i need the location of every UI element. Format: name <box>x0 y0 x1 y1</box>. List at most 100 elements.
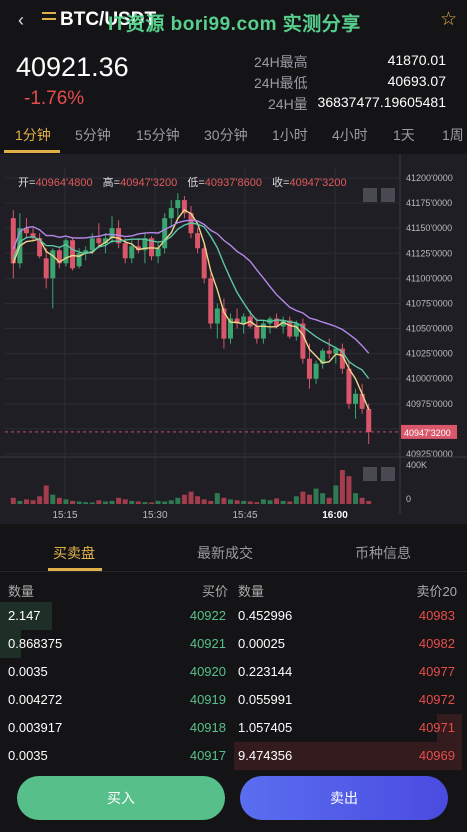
time-tick-label: 15:45 <box>232 510 257 521</box>
bid-qty-header: 数量 <box>8 584 35 599</box>
volume-bar <box>122 499 128 504</box>
bid-price: 40920 <box>189 664 226 679</box>
orderbook-row[interactable]: 0.868375 40921 0.00025 40982 <box>0 630 467 658</box>
tab-1day[interactable]: 1天 <box>393 125 415 145</box>
tab-1week[interactable]: 1周 <box>442 125 464 145</box>
close-value-chart: 40947'3200 <box>289 177 347 189</box>
ask-qty: 0.223144 <box>238 664 293 679</box>
tab-4hour[interactable]: 4小时 <box>332 125 368 145</box>
volume-bar <box>333 485 339 504</box>
orderbook-row[interactable]: 0.0035 40917 9.474356 40969 <box>0 742 467 770</box>
menu-icon[interactable] <box>42 12 56 26</box>
candle-body <box>70 240 76 269</box>
volume-bar <box>89 502 95 504</box>
volume-bar <box>162 501 168 504</box>
bid-qty: 0.868375 <box>8 636 63 651</box>
volume-bar <box>254 502 260 504</box>
bid-qty: 0.003917 <box>8 720 63 735</box>
tab-1hour[interactable]: 1小时 <box>272 125 308 145</box>
tab-5min[interactable]: 5分钟 <box>75 125 111 145</box>
ask-price: 40983 <box>418 608 455 623</box>
volume-bar <box>188 491 194 504</box>
bid-price: 40921 <box>189 636 226 651</box>
volume-bar <box>10 497 16 504</box>
back-icon[interactable]: ‹ <box>18 10 24 31</box>
bid-price-header: 买价 <box>202 584 229 599</box>
volume-bar <box>241 500 247 504</box>
volume-bar <box>56 497 62 504</box>
volume-bar <box>339 470 345 504</box>
volume-bar <box>260 499 266 504</box>
candle-body <box>129 246 135 259</box>
candle-body <box>287 320 293 337</box>
orderbook-row[interactable]: 2.147 40922 0.452996 40983 <box>0 602 467 630</box>
volume-bar <box>102 501 108 504</box>
volume-bar <box>175 497 181 504</box>
orderbook-row[interactable]: 0.003917 40918 1.057405 40971 <box>0 714 467 742</box>
volume-bar <box>300 491 306 504</box>
sell-button[interactable]: 卖出 <box>240 776 448 820</box>
orderbook-row[interactable]: 0.0035 40920 0.223144 40977 <box>0 658 467 686</box>
ask-price: 40977 <box>418 664 455 679</box>
candle-body <box>254 326 260 339</box>
high-label-chart: 高= <box>102 177 121 189</box>
tab-coin-info[interactable]: 币种信息 <box>355 543 411 563</box>
volume-bar <box>83 502 89 504</box>
volume-bar <box>116 497 122 504</box>
time-tick-label: 15:30 <box>142 510 167 521</box>
volume-bar <box>346 476 352 504</box>
candle-body <box>89 238 95 251</box>
candle-body <box>208 278 214 324</box>
low-label: 24H最低 <box>254 75 308 91</box>
volume-bar <box>30 500 36 504</box>
chart-fullscreen-button <box>381 188 395 202</box>
high-value-chart: 40947'3200 <box>120 177 178 189</box>
volume-bar <box>326 497 332 504</box>
candle-body <box>293 323 299 337</box>
tab-trades[interactable]: 最新成交 <box>197 543 253 563</box>
volume-bar <box>181 494 187 504</box>
favorite-star-icon[interactable]: ☆ <box>440 8 457 31</box>
tab-1min[interactable]: 1分钟 <box>15 125 51 145</box>
volume-bar <box>129 500 135 504</box>
volume-bar <box>280 500 286 504</box>
volume-fullscreen-button <box>381 467 395 481</box>
candle-body <box>155 248 161 257</box>
time-tick-label: 15:15 <box>52 510 77 521</box>
bid-qty: 0.004272 <box>8 692 63 707</box>
active-tab-indicator <box>4 150 60 153</box>
price-tick-label: 41000'0000 <box>406 374 453 384</box>
tab-15min[interactable]: 15分钟 <box>136 125 180 145</box>
volume-bar <box>293 496 299 504</box>
candle-body <box>346 368 352 404</box>
volume-tick-label: 400K <box>406 460 427 470</box>
bid-price: 40917 <box>189 748 226 763</box>
low-value: 40693.07 <box>387 73 446 89</box>
open-value: 40964'4800 <box>35 177 93 189</box>
volume-bar <box>155 500 161 504</box>
ma-purple-line <box>12 219 370 354</box>
tab-30min[interactable]: 30分钟 <box>204 125 248 145</box>
orderbook-row[interactable]: 0.004272 40919 0.055991 40972 <box>0 686 467 714</box>
volume-bar <box>23 499 29 504</box>
kline-svg[interactable]: 41200'0000 41175'0000 41150'0000 41125'0000… <box>0 154 467 524</box>
ask-price: 40971 <box>418 720 455 735</box>
kline-chart[interactable]: 41200'0000 41175'0000 41150'0000 41125'0000… <box>0 154 467 524</box>
period-tabs: 1分钟 5分钟 15分钟 30分钟 1小时 4小时 1天 1周 <box>0 116 467 154</box>
price-tick-label: 41200'0000 <box>406 173 453 183</box>
tab-orderbook[interactable]: 买卖盘 <box>53 543 95 563</box>
buy-button[interactable]: 买入 <box>17 776 225 820</box>
watermark-text: IT资源 bori99.com 实测分享 <box>108 14 361 35</box>
ask-qty: 1.057405 <box>238 720 293 735</box>
volume-label: 24H量 <box>268 96 308 112</box>
orderbook-tabs: 买卖盘 最新成交 币种信息 <box>0 528 467 572</box>
open-label: 开= <box>18 177 36 189</box>
price-tick-label: 41075'0000 <box>406 298 453 308</box>
volume-tick-label: 0 <box>406 494 411 504</box>
volume-bar <box>221 497 227 504</box>
price-tick-label: 41175'0000 <box>406 198 452 208</box>
last-price: 40921.36 <box>16 52 129 82</box>
candle-body <box>43 258 49 279</box>
volume-bar <box>195 496 201 504</box>
ma-yellow-line <box>12 208 370 410</box>
